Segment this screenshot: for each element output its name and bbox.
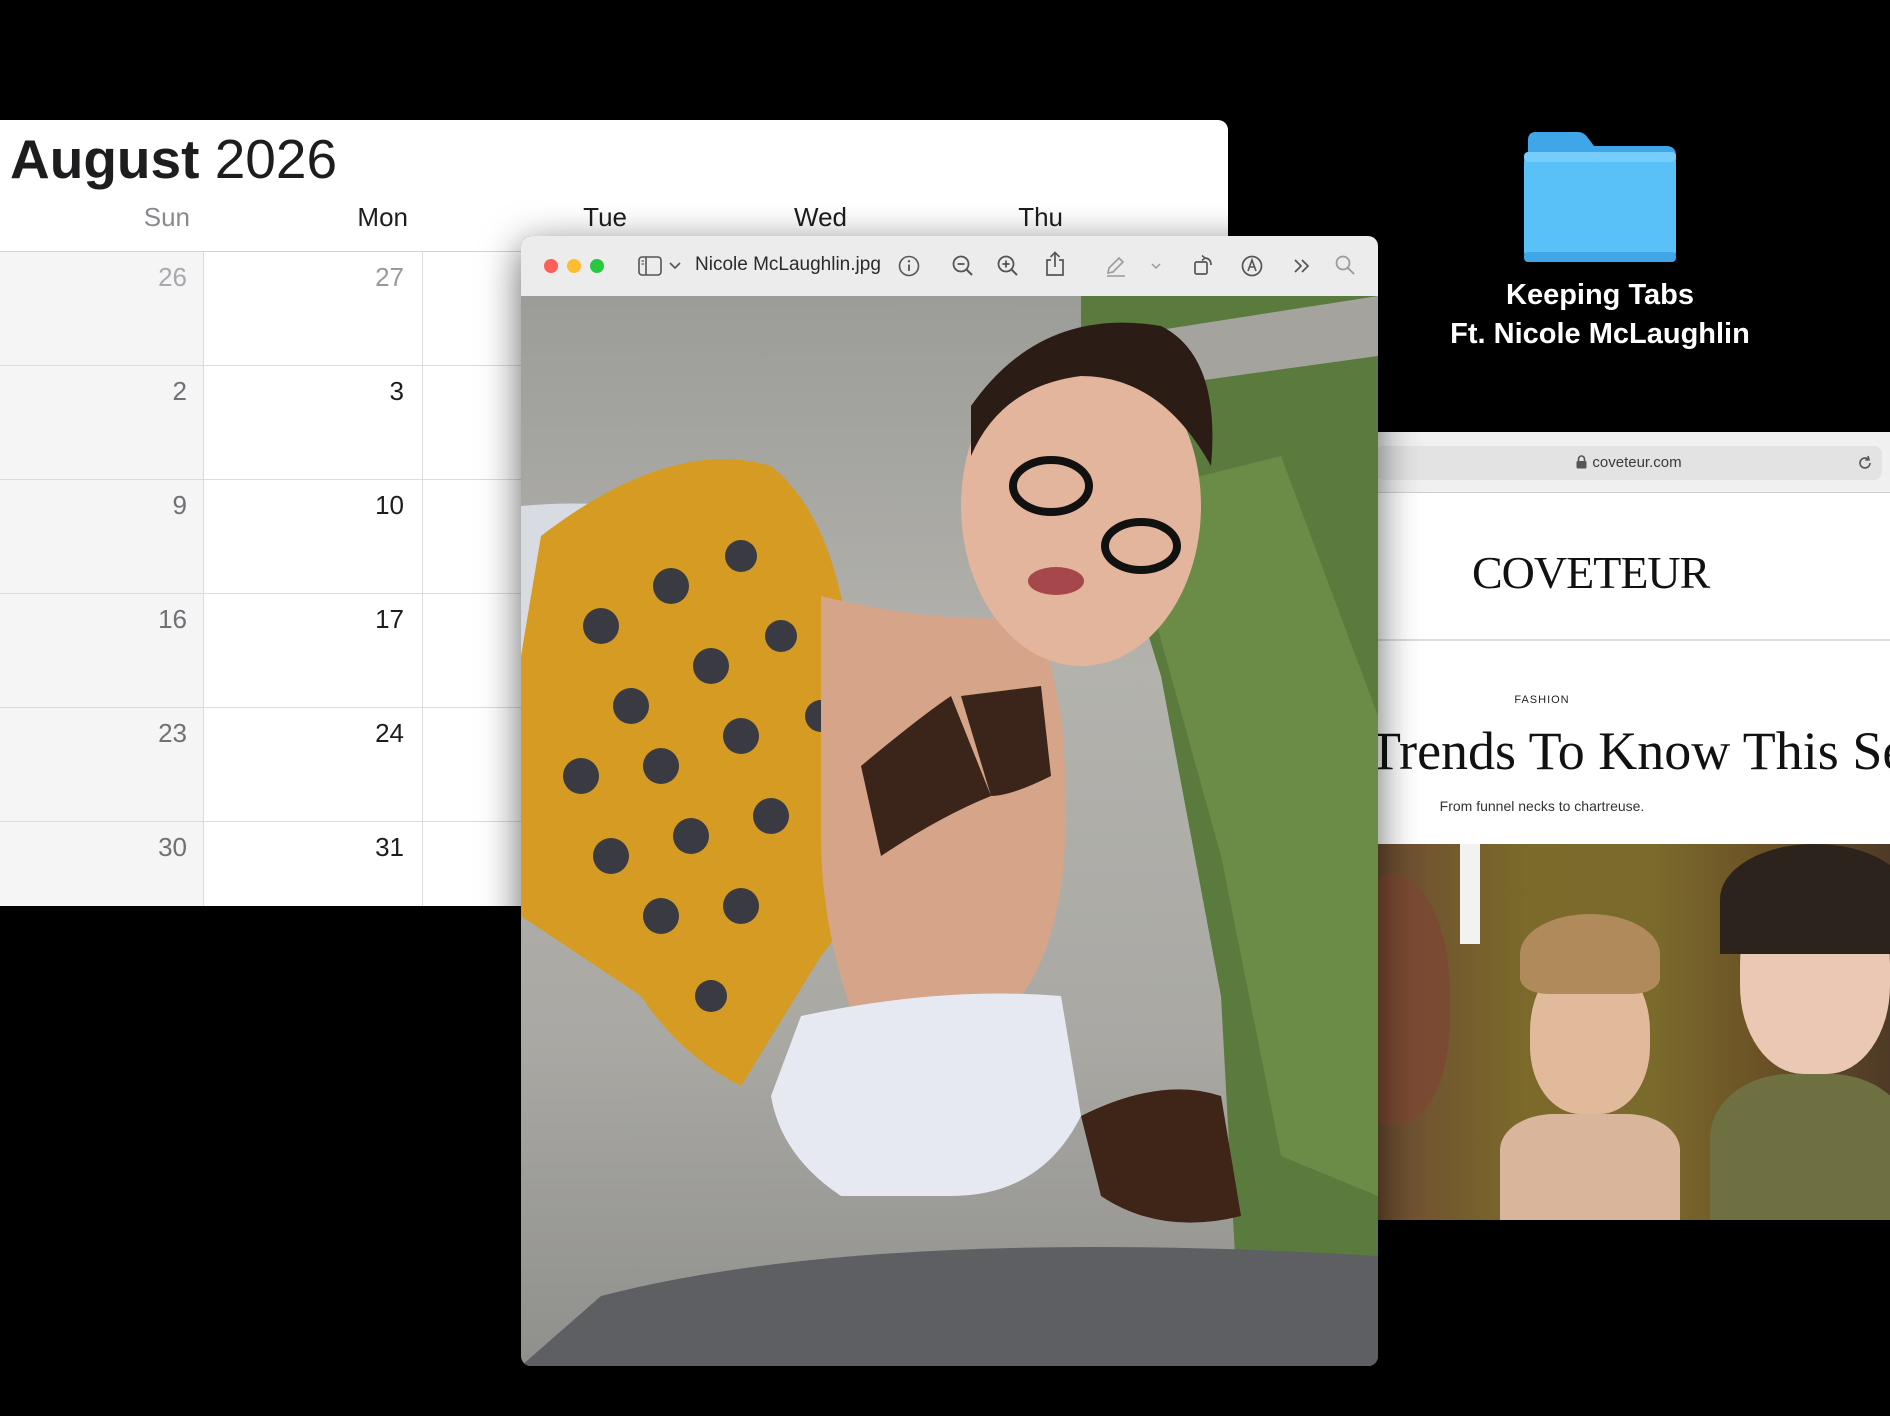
article-subhead: From funnel necks to chartreuse.	[1439, 798, 1645, 814]
folder-icon	[1524, 132, 1676, 262]
weekday-wed: Wed	[794, 202, 847, 232]
info-icon[interactable]	[898, 255, 920, 277]
preview-toolbar: Nicole McLaughlin.jpg	[521, 236, 1378, 297]
url-display: coveteur.com	[1376, 454, 1882, 471]
day-cell[interactable]: 24	[204, 708, 423, 821]
calendar-title: August 2026	[10, 126, 337, 192]
day-number: 27	[375, 262, 404, 292]
day-cell[interactable]: 16	[0, 594, 204, 707]
rotate-icon[interactable]	[1192, 253, 1216, 277]
day-cell[interactable]: 9	[0, 480, 204, 593]
sidebar-icon[interactable]	[638, 256, 662, 276]
markup-pen-icon[interactable]	[1104, 254, 1128, 278]
day-cell[interactable]: 2	[0, 366, 204, 479]
reload-icon[interactable]	[1856, 454, 1874, 472]
weekday-mon: Mon	[357, 202, 408, 232]
chevron-down-icon[interactable]	[1151, 263, 1161, 270]
search-icon[interactable]	[1334, 254, 1356, 276]
day-cell[interactable]: 30	[0, 822, 204, 906]
weekday-sun: Sun	[143, 202, 190, 232]
day-number: 26	[158, 262, 187, 292]
day-number: 9	[172, 490, 187, 520]
day-number: 10	[375, 490, 404, 520]
day-number: 16	[158, 604, 187, 634]
annotate-icon[interactable]	[1240, 254, 1264, 278]
article-headline[interactable]: Trends To Know This Se	[1370, 720, 1890, 782]
photo-artwork	[521, 296, 1378, 1366]
header-divider	[1370, 639, 1890, 641]
day-cell[interactable]: 17	[204, 594, 423, 707]
address-bar[interactable]: coveteur.com	[1376, 446, 1882, 480]
article-category[interactable]: FASHION	[1370, 694, 1714, 706]
day-cell[interactable]: 27	[204, 252, 423, 365]
day-cell[interactable]: 26	[0, 252, 204, 365]
browser-toolbar: coveteur.com	[1370, 432, 1890, 493]
desktop-folder[interactable]: Keeping Tabs Ft. Nicole McLaughlin	[1440, 130, 1760, 354]
day-cell[interactable]: 31	[204, 822, 423, 906]
document-title[interactable]: Nicole McLaughlin.jpg	[695, 254, 881, 276]
zoom-out-icon[interactable]	[951, 254, 975, 278]
close-button[interactable]	[544, 259, 558, 273]
lock-icon	[1576, 455, 1587, 469]
site-logo[interactable]: COVETEUR	[1472, 536, 1792, 616]
day-number: 17	[375, 604, 404, 634]
zoom-button[interactable]	[590, 259, 604, 273]
weekday-tue: Tue	[583, 202, 627, 232]
url-text: coveteur.com	[1592, 454, 1682, 471]
share-icon[interactable]	[1044, 251, 1066, 277]
more-icon[interactable]	[1293, 258, 1311, 274]
day-number: 31	[375, 832, 404, 862]
logo-text: COVETEUR	[1472, 547, 1710, 598]
minimize-button[interactable]	[567, 259, 581, 273]
day-number: 23	[158, 718, 187, 748]
preview-image[interactable]	[521, 296, 1378, 1366]
zoom-in-icon[interactable]	[996, 254, 1020, 278]
day-number: 30	[158, 832, 187, 862]
day-cell[interactable]: 23	[0, 708, 204, 821]
day-number: 3	[389, 376, 404, 406]
browser-window: coveteur.com COVETEUR FASHION Trends To …	[1370, 432, 1890, 1220]
weekday-thu: Thu	[1018, 202, 1063, 232]
preview-window: Nicole McLaughlin.jpg	[521, 236, 1378, 1366]
day-cell[interactable]: 3	[204, 366, 423, 479]
folder-label: Keeping Tabs Ft. Nicole McLaughlin	[1440, 276, 1760, 354]
folder-label-line: Ft. Nicole McLaughlin	[1450, 318, 1750, 350]
day-number: 24	[375, 718, 404, 748]
folder-label-line: Keeping Tabs	[1506, 279, 1694, 311]
calendar-year: 2026	[214, 128, 338, 190]
article-hero-image[interactable]	[1370, 844, 1890, 1220]
weekday-header: Sun Mon Tue Wed Thu	[0, 202, 1228, 234]
chevron-down-icon[interactable]	[669, 262, 681, 270]
calendar-month: August	[10, 128, 200, 190]
day-cell[interactable]: 10	[204, 480, 423, 593]
day-number: 2	[172, 376, 187, 406]
